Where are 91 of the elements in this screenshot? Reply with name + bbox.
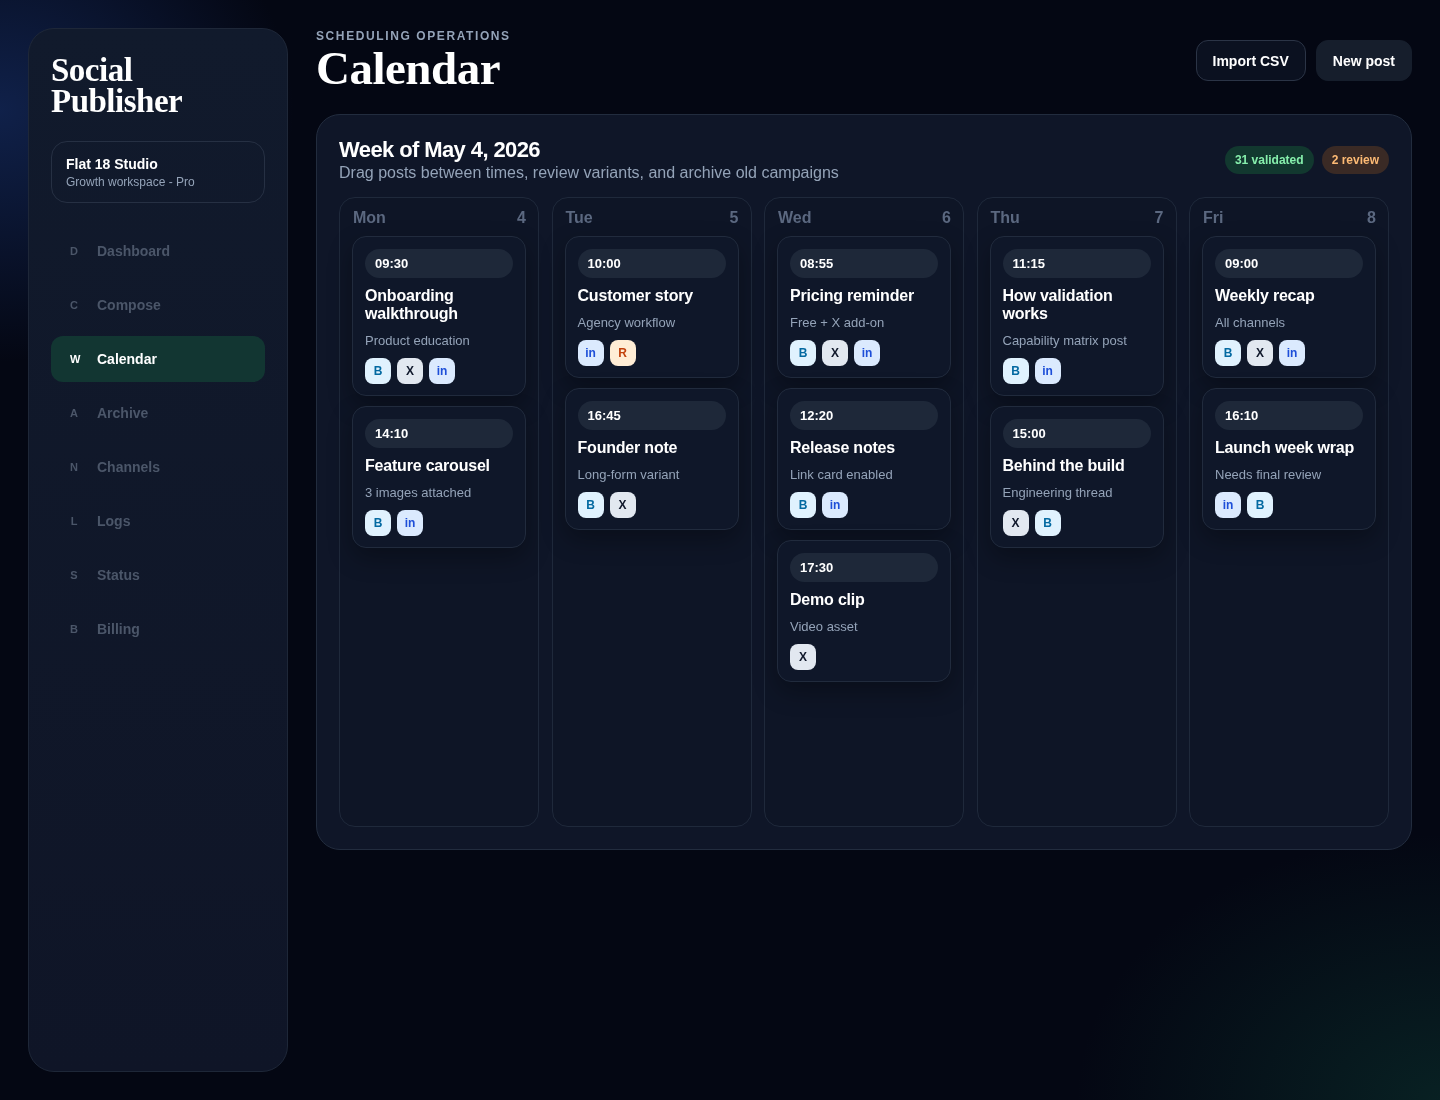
week-subtitle: Drag posts between times, review variants, and archive old campaigns <box>339 163 839 183</box>
post-time: 15:00 <box>1002 419 1151 448</box>
day-date: 6 <box>942 208 951 227</box>
post-title: Founder note <box>577 439 679 457</box>
post-title: Customer story <box>577 287 694 305</box>
day-date: 8 <box>1367 208 1376 227</box>
day-date: 7 <box>1154 208 1164 227</box>
week-title: Week of May 4, 2026 <box>339 137 541 163</box>
post-note: Needs final review <box>1215 467 1323 483</box>
day-date: 5 <box>729 208 739 227</box>
post-card[interactable]: 17:30 Demo clip Video asset X <box>777 540 951 682</box>
channel-tag: B <box>365 358 391 384</box>
channel-tag: B <box>1002 358 1029 384</box>
day-date: 4 <box>517 208 526 227</box>
post-card[interactable]: 15:00 Behind the build Engineering thread X B <box>989 406 1164 548</box>
channel-tag: in <box>429 358 455 384</box>
channel-tag: B <box>365 510 391 536</box>
post-card[interactable]: 08:55 Pricing reminder Free + X add-on B X in <box>777 236 951 378</box>
post-card[interactable]: 12:20 Release notes Link card enabled B in <box>777 388 951 530</box>
post-title: How validation works <box>1002 287 1114 323</box>
post-time: 09:30 <box>365 249 513 278</box>
channel-tag: in <box>854 340 880 366</box>
post-title: Release notes <box>790 439 896 457</box>
post-time: 16:45 <box>577 401 726 430</box>
post-note: All channels <box>1215 315 1287 331</box>
page-eyebrow: SCHEDULING OPERATIONS <box>316 29 511 43</box>
channel-tag: B <box>790 492 816 518</box>
post-card[interactable]: 11:15 How validation works Capability matrix post B in <box>989 236 1164 396</box>
day-name: Mon <box>353 208 386 227</box>
channel-tag: B <box>790 340 816 366</box>
channel-tag: in <box>1279 340 1305 366</box>
day-name: Fri <box>1203 208 1224 227</box>
post-card[interactable]: 16:10 Launch week wrap Needs final review in B <box>1202 388 1376 530</box>
channel-tag: X <box>1247 340 1273 366</box>
channel-tag: B <box>1247 492 1273 518</box>
post-note: Free + X add-on <box>790 315 886 331</box>
channel-tag: B <box>577 492 604 518</box>
channel-tag: X <box>397 358 423 384</box>
day-name: Tue <box>565 208 593 227</box>
channel-tag: X <box>1002 510 1029 536</box>
channel-tag: X <box>822 340 848 366</box>
post-title: Demo clip <box>790 591 866 609</box>
post-time: 10:00 <box>577 249 726 278</box>
post-card[interactable]: 16:45 Founder note Long-form variant B X <box>564 388 739 530</box>
post-title: Onboarding walkthrough <box>365 287 459 323</box>
channel-tag: B <box>1034 510 1061 536</box>
workspace-name: Flat 18 Studio <box>66 156 159 172</box>
channel-tag: B <box>1215 340 1241 366</box>
post-time: 17:30 <box>790 553 938 582</box>
post-time: 08:55 <box>790 249 938 278</box>
post-card[interactable]: 10:00 Customer story Agency workflow in R <box>564 236 739 378</box>
post-time: 16:10 <box>1215 401 1363 430</box>
workspace-plan: Growth workspace - Pro <box>66 175 196 189</box>
workspace-card[interactable]: Flat 18 Studio Growth workspace - Pro <box>51 141 265 203</box>
post-card[interactable]: 14:10 Feature carousel 3 images attached B in <box>352 406 526 548</box>
day-name: Thu <box>990 208 1020 227</box>
page-title: Calendar <box>316 43 501 93</box>
nav-item[interactable]: W Calendar <box>51 336 265 382</box>
post-note: 3 images attached <box>365 485 473 501</box>
post-note: Product education <box>365 333 471 349</box>
status-pill: 31 validated <box>1224 146 1314 174</box>
channel-tag: X <box>609 492 636 518</box>
post-time: 09:00 <box>1215 249 1363 278</box>
channel-tag: R <box>609 340 636 366</box>
post-title: Feature carousel <box>365 457 491 475</box>
post-note: Link card enabled <box>790 467 894 483</box>
post-note: Engineering thread <box>1002 485 1114 501</box>
post-title: Launch week wrap <box>1215 439 1356 457</box>
channel-tag: X <box>790 644 816 670</box>
post-card[interactable]: 09:30 Onboarding walkthrough Product education B X in <box>352 236 526 396</box>
channel-tag: in <box>1034 358 1061 384</box>
post-note: Long-form variant <box>577 467 681 483</box>
post-time: 14:10 <box>365 419 513 448</box>
post-time: 12:20 <box>790 401 938 430</box>
post-note: Agency workflow <box>577 315 677 331</box>
import-button[interactable]: Import CSV <box>1195 40 1306 81</box>
post-title: Pricing reminder <box>790 287 915 305</box>
channel-tag: in <box>822 492 848 518</box>
post-time: 11:15 <box>1002 249 1151 278</box>
post-note: Video asset <box>790 619 859 635</box>
post-note: Capability matrix post <box>1002 333 1128 349</box>
channel-tag: in <box>397 510 423 536</box>
day-name: Wed <box>778 208 812 227</box>
status-pill: 2 review <box>1321 146 1389 174</box>
post-card[interactable]: 09:00 Weekly recap All channels B X in <box>1202 236 1376 378</box>
post-title: Behind the build <box>1002 457 1126 475</box>
brand-title: Social Publisher <box>51 55 184 117</box>
new-post-button[interactable]: New post <box>1315 40 1412 81</box>
channel-tag: in <box>577 340 604 366</box>
post-title: Weekly recap <box>1215 287 1316 305</box>
channel-tag: in <box>1215 492 1241 518</box>
